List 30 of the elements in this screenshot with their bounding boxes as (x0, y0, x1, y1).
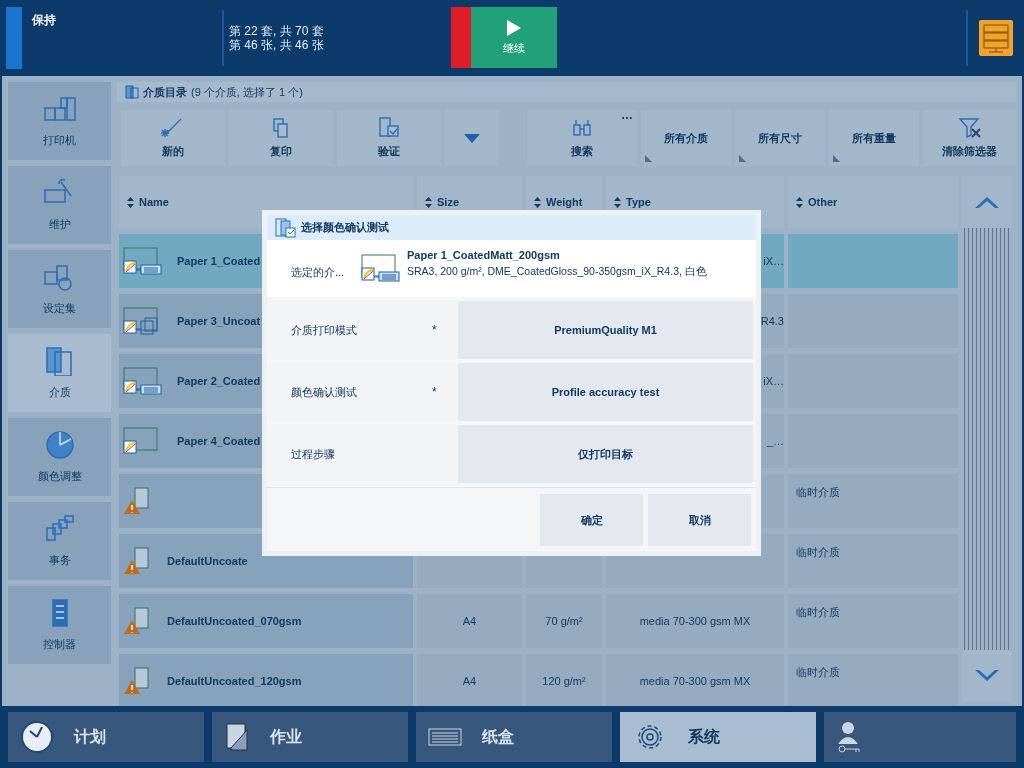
media-name: Paper 1_CoatedMatt_200gsm (407, 248, 561, 263)
field-label: 选定的介... (290, 265, 346, 280)
field-label: 介质打印模式 (290, 322, 358, 338)
more-indicator: … (621, 107, 633, 124)
required-mark: * (432, 322, 437, 339)
table-cell: 70 g/m² (526, 594, 602, 648)
table-cell: A4 (417, 594, 522, 648)
table-cell: 临时介质 (788, 594, 958, 648)
table-cell: 临时介质 (788, 474, 958, 528)
media-name: Paper 2_Coated (177, 373, 261, 389)
field-label: 过程步骤 (290, 446, 336, 462)
table-cell: media 70-300 gsm MX (606, 594, 784, 648)
table-cell: media 70-300 gsm MX (606, 654, 784, 706)
table-cell: 120 g/m² (526, 654, 602, 706)
catalog-summary: (9 个介质, 选择了 1 个) (191, 84, 303, 100)
table-cell: A4 (417, 654, 522, 706)
field-label: 颜色确认测试 (290, 384, 358, 400)
media-name: DefaultUncoated_120gsm (167, 673, 302, 689)
media-name: DefaultUncoate (167, 553, 248, 569)
progress-text: 第 22 套, 共 70 套 (229, 24, 325, 38)
media-name: Paper 3_Uncoat (177, 313, 261, 329)
required-mark: * (432, 384, 437, 401)
progress-text: 第 46 张, 共 46 张 (229, 38, 325, 52)
media-name: DefaultUncoated_070gsm (167, 613, 302, 629)
table-cell: 临时介质 (788, 654, 958, 706)
catalog-title: 介质目录 (143, 84, 187, 100)
status-text: 保持 (32, 12, 57, 29)
media-name: Paper 4_Coated (177, 433, 261, 449)
media-name: Paper 1_Coated (177, 253, 261, 269)
table-cell: 临时介质 (788, 534, 958, 588)
